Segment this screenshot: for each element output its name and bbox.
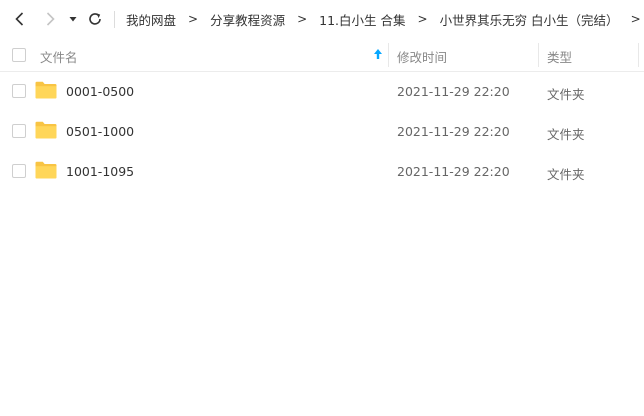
file-name[interactable]: 0501-1000	[66, 124, 134, 139]
column-divider[interactable]	[538, 43, 539, 67]
file-modified: 2021-11-29 22:20	[397, 124, 510, 139]
list-item[interactable]: 0501-1000 2021-11-29 22:20 文件夹	[0, 111, 644, 151]
file-type: 文件夹	[547, 167, 585, 182]
folder-icon	[35, 121, 57, 139]
refresh-button[interactable]	[87, 11, 103, 27]
breadcrumb-item[interactable]: 小世界其乐无穷 白小生（完结）	[440, 10, 619, 29]
column-header-name[interactable]: 文件名	[40, 47, 78, 66]
file-type: 文件夹	[547, 127, 585, 142]
history-dropdown-button[interactable]	[68, 11, 78, 27]
breadcrumb-separator: >	[297, 12, 308, 26]
column-header-type[interactable]: 类型	[547, 47, 572, 66]
folder-icon	[35, 161, 57, 179]
breadcrumb-separator: >	[417, 12, 428, 26]
file-name[interactable]: 1001-1095	[66, 164, 134, 179]
toolbar-divider	[114, 11, 115, 28]
column-divider[interactable]	[638, 43, 639, 67]
refresh-icon	[89, 13, 101, 25]
row-checkbox[interactable]	[12, 84, 26, 98]
chevron-left-icon	[15, 12, 24, 26]
breadcrumb-item[interactable]: 我的网盘	[126, 10, 176, 29]
select-all-checkbox[interactable]	[12, 48, 26, 62]
list-item[interactable]: 1001-1095 2021-11-29 22:20 文件夹	[0, 151, 644, 191]
list-item[interactable]: 0001-0500 2021-11-29 22:20 文件夹	[0, 71, 644, 111]
breadcrumb-item[interactable]: 分享教程资源	[210, 10, 285, 29]
chevron-right-icon	[46, 12, 55, 26]
column-header-modified[interactable]: 修改时间	[397, 47, 447, 66]
sort-up-arrow-icon[interactable]	[373, 48, 383, 63]
toolbar: 我的网盘 > 分享教程资源 > 11.白小生 合集 > 小世界其乐无穷 白小生（…	[0, 0, 644, 38]
file-modified: 2021-11-29 22:20	[397, 164, 510, 179]
folder-icon	[35, 81, 57, 99]
file-modified: 2021-11-29 22:20	[397, 84, 510, 99]
forward-button[interactable]	[42, 11, 58, 27]
row-checkbox[interactable]	[12, 164, 26, 178]
back-button[interactable]	[12, 11, 28, 27]
dropdown-arrow-icon	[69, 17, 77, 22]
file-list-header: 文件名 修改时间 类型	[0, 38, 644, 72]
breadcrumb-separator[interactable]: >	[619, 12, 641, 26]
breadcrumb-item[interactable]: 11.白小生 合集	[319, 10, 405, 29]
breadcrumb-separator: >	[188, 12, 199, 26]
row-checkbox[interactable]	[12, 124, 26, 138]
breadcrumb: 我的网盘 > 分享教程资源 > 11.白小生 合集 > 小世界其乐无穷 白小生（…	[126, 10, 641, 28]
file-type: 文件夹	[547, 87, 585, 102]
file-name[interactable]: 0001-0500	[66, 84, 134, 99]
column-divider[interactable]	[388, 43, 389, 67]
